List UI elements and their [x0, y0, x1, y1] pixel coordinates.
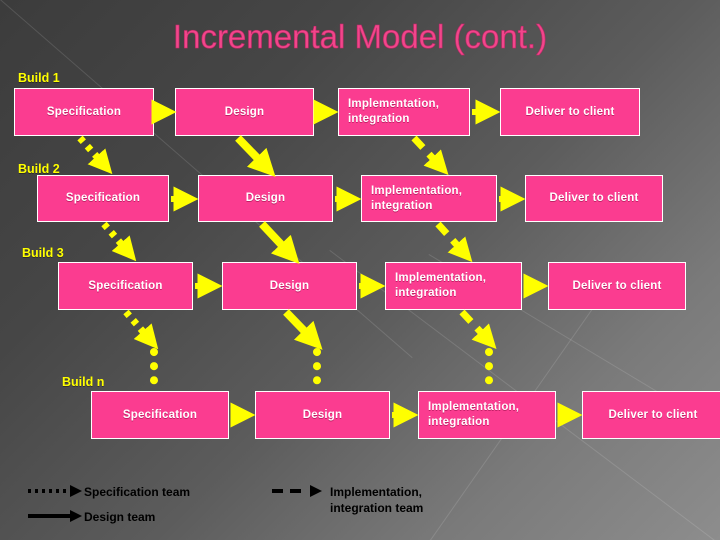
stage-label: Deliver to client: [608, 408, 698, 421]
stage-label: Design: [245, 192, 286, 205]
stage-label: Design: [302, 408, 343, 421]
legend-label-implementation-integration-team: Implementation, integration team: [330, 485, 424, 516]
arrow-impl-team-b3-bn: [459, 309, 497, 349]
stage-label: Deliver to client: [572, 279, 662, 292]
build1-stage-deliver-to-client[interactable]: Deliver to client: [500, 88, 640, 136]
stage-label: Deliver to client: [525, 105, 615, 118]
build3-stage-implementation-integration[interactable]: Implementation, integration: [385, 262, 522, 310]
build1-stage-implementation-integration[interactable]: Implementation, integration: [338, 88, 470, 136]
arrow-design-team-b2-b3: [259, 221, 300, 264]
slide-title: Incremental Model (cont.): [172, 18, 548, 56]
legend-icon-implementation-integration-team: [272, 485, 322, 497]
legend-label-specification-team: Specification team: [84, 485, 191, 499]
slide-canvas: Incremental Model (cont.) Build 1 Specif…: [0, 0, 720, 540]
build-label-1: Build 1: [18, 71, 60, 85]
build1-stage-design[interactable]: Design: [175, 88, 314, 136]
stage-label: Implementation, integration: [348, 98, 440, 125]
arrow-design-team-b1-b2: [235, 135, 276, 177]
arrow-spec-team-b2-b3: [101, 221, 137, 262]
build-label-n: Build n: [62, 375, 105, 389]
stage-label: Implementation, integration: [371, 184, 463, 212]
stage-label: Design: [224, 105, 265, 118]
build3-stage-design[interactable]: Design: [222, 262, 357, 310]
legend-icon-specification-team: [28, 485, 82, 497]
buildn-stage-design[interactable]: Design: [255, 391, 390, 439]
build-label-3: Build 3: [22, 246, 64, 260]
stage-label: Specification: [122, 408, 198, 421]
stage-label: Deliver to client: [549, 192, 639, 205]
arrow-spec-team-b1-b2: [77, 135, 113, 175]
stage-label: Specification: [88, 279, 163, 292]
buildn-stage-implementation-integration[interactable]: Implementation, integration: [418, 391, 556, 439]
stage-label: Specification: [46, 105, 122, 118]
build2-stage-implementation-integration[interactable]: Implementation, integration: [361, 175, 497, 222]
arrow-impl-team-b1-b2: [411, 135, 449, 175]
legend-label-design-team: Design team: [84, 510, 156, 524]
stage-label: Implementation, integration: [395, 272, 487, 299]
build-label-2: Build 2: [18, 162, 60, 176]
build2-stage-design[interactable]: Design: [198, 175, 333, 222]
buildn-stage-deliver-to-client[interactable]: Deliver to client: [582, 391, 720, 439]
build2-stage-specification[interactable]: Specification: [37, 175, 169, 222]
stage-label: Specification: [65, 192, 141, 205]
legend-icon-design-team: [28, 510, 82, 522]
build3-stage-deliver-to-client[interactable]: Deliver to client: [548, 262, 686, 310]
build3-stage-specification[interactable]: Specification: [58, 262, 193, 310]
arrow-design-team-b3-bn: [283, 309, 323, 350]
buildn-stage-specification[interactable]: Specification: [91, 391, 229, 439]
build2-stage-deliver-to-client[interactable]: Deliver to client: [525, 175, 663, 222]
arrow-spec-team-b3-bn: [123, 309, 159, 350]
stage-label: Implementation, integration: [428, 401, 520, 428]
build1-stage-specification[interactable]: Specification: [14, 88, 154, 136]
arrow-impl-team-b2-b3: [435, 221, 473, 263]
stage-label: Design: [269, 279, 310, 292]
